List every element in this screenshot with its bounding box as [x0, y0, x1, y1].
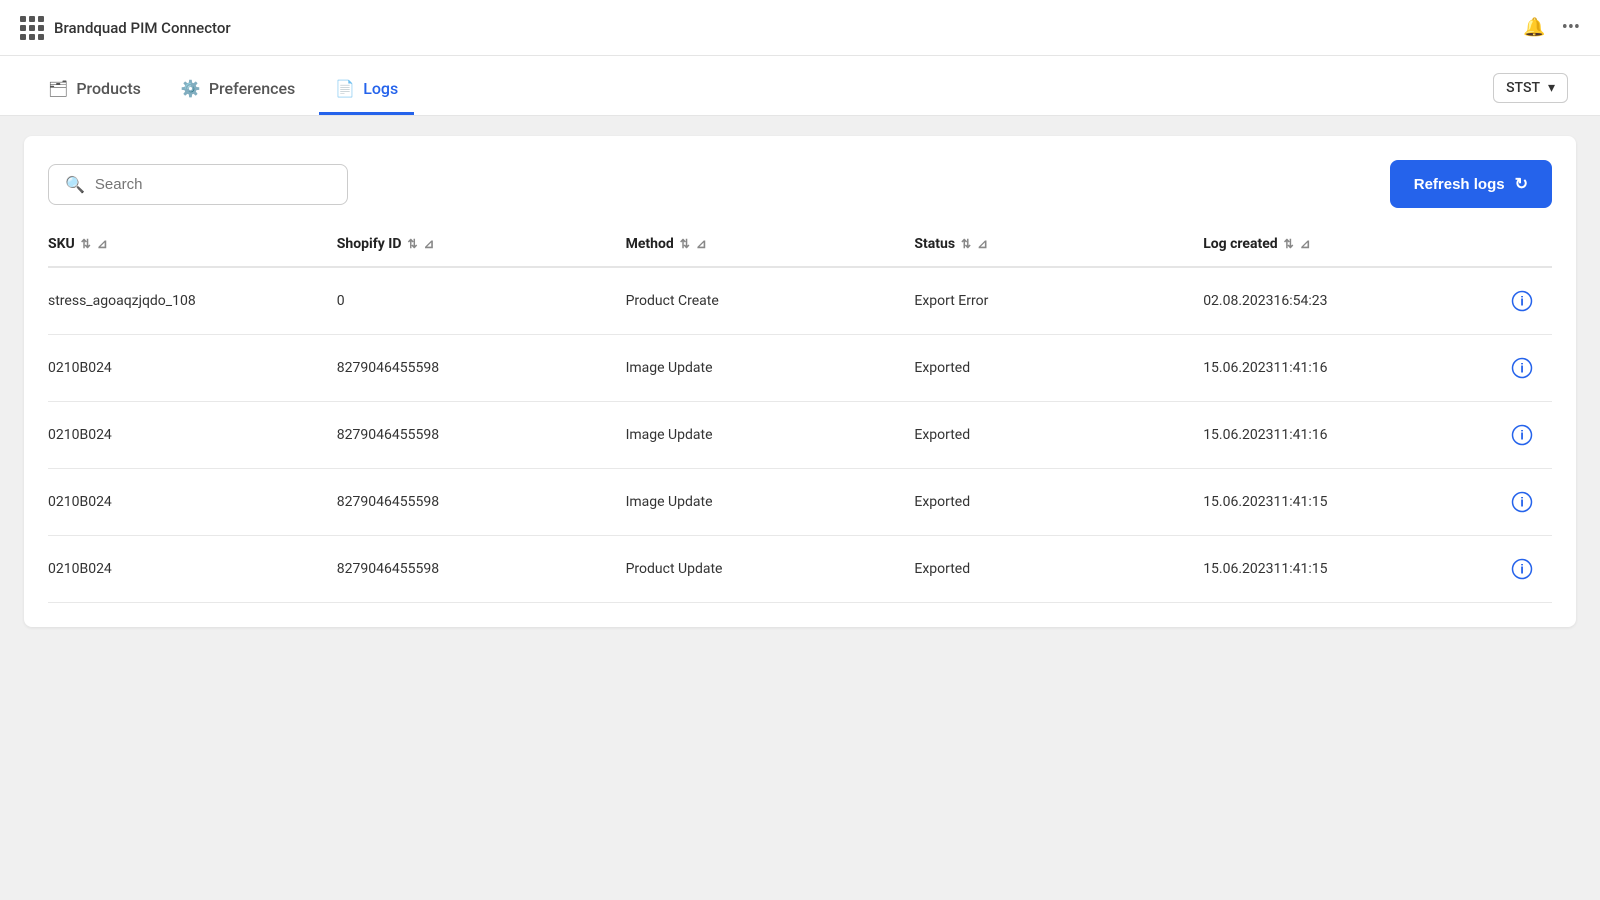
method-filter-icon[interactable]: ⊿ [696, 237, 707, 252]
logs-table: SKU ⇅ ⊿ Shopify ID ⇅ ⊿ Method ⇅ ⊿ Status… [48, 236, 1552, 603]
cell-method: Product Create [626, 293, 915, 309]
cell-log-created: 15.06.202311:41:15 [1203, 561, 1492, 577]
row-info-button[interactable]: i [1492, 558, 1552, 580]
cell-log-created: 15.06.202311:41:16 [1203, 427, 1492, 443]
toolbar: 🔍 Refresh logs ↻ [48, 160, 1552, 208]
top-bar-right: 🔔 ••• [1523, 17, 1580, 38]
cell-shopify-id: 8279046455598 [337, 360, 626, 376]
chevron-down-icon: ▾ [1548, 80, 1555, 96]
cell-method: Image Update [626, 427, 915, 443]
bell-icon[interactable]: 🔔 [1523, 17, 1545, 38]
tab-products[interactable]: 🗂 Products [32, 79, 157, 115]
table-row: 0210B024 8279046455598 Product Update Ex… [48, 536, 1552, 603]
cell-log-created: 15.06.202311:41:16 [1203, 360, 1492, 376]
cell-status: Export Error [914, 293, 1203, 309]
table-body: stress_agoaqzjqdo_108 0 Product Create E… [48, 268, 1552, 603]
cell-sku: 0210B024 [48, 494, 337, 510]
cell-shopify-id: 0 [337, 293, 626, 309]
svg-text:i: i [1520, 294, 1524, 309]
cell-method: Image Update [626, 360, 915, 376]
cell-status: Exported [914, 427, 1203, 443]
method-sort-icon[interactable]: ⇅ [680, 237, 690, 251]
col-header-action [1492, 236, 1552, 252]
cell-sku: 0210B024 [48, 427, 337, 443]
col-header-shopify-id: Shopify ID ⇅ ⊿ [337, 236, 626, 252]
file-icon: 📄 [335, 79, 355, 98]
search-box: 🔍 [48, 164, 348, 205]
briefcase-icon: 🗂 [48, 79, 68, 98]
cell-shopify-id: 8279046455598 [337, 494, 626, 510]
table-row: 0210B024 8279046455598 Image Update Expo… [48, 402, 1552, 469]
table-row: 0210B024 8279046455598 Image Update Expo… [48, 469, 1552, 536]
cell-log-created: 02.08.202316:54:23 [1203, 293, 1492, 309]
cell-status: Exported [914, 494, 1203, 510]
status-filter-icon[interactable]: ⊿ [977, 237, 988, 252]
cell-method: Product Update [626, 561, 915, 577]
tab-preferences[interactable]: ⚙️ Preferences [165, 79, 311, 115]
app-grid-icon [20, 16, 44, 40]
nav-tabs: 🗂 Products ⚙️ Preferences 📄 Logs STST ▾ [0, 56, 1600, 116]
cell-sku: stress_agoaqzjqdo_108 [48, 293, 337, 309]
row-info-button[interactable]: i [1492, 491, 1552, 513]
gear-icon: ⚙️ [181, 79, 201, 98]
table-row: 0210B024 8279046455598 Image Update Expo… [48, 335, 1552, 402]
more-dots-icon[interactable]: ••• [1562, 17, 1580, 38]
store-dropdown[interactable]: STST ▾ [1493, 73, 1568, 103]
shopify-id-filter-icon[interactable]: ⊿ [424, 237, 435, 252]
sku-sort-icon[interactable]: ⇅ [81, 237, 91, 251]
col-header-log-created: Log created ⇅ ⊿ [1203, 236, 1492, 252]
main-content: 🔍 Refresh logs ↻ SKU ⇅ ⊿ Shopify ID ⇅ ⊿ [0, 116, 1600, 900]
col-header-method: Method ⇅ ⊿ [626, 236, 915, 252]
top-bar: Brandquad PIM Connector 🔔 ••• [0, 0, 1600, 56]
sku-filter-icon[interactable]: ⊿ [97, 237, 108, 252]
store-dropdown-label: STST [1506, 80, 1540, 96]
cell-sku: 0210B024 [48, 561, 337, 577]
cell-shopify-id: 8279046455598 [337, 427, 626, 443]
svg-text:i: i [1520, 361, 1524, 376]
svg-text:i: i [1520, 428, 1524, 443]
row-info-button[interactable]: i [1492, 290, 1552, 312]
cell-status: Exported [914, 561, 1203, 577]
tab-logs[interactable]: 📄 Logs [319, 79, 414, 115]
status-sort-icon[interactable]: ⇅ [961, 237, 971, 251]
cell-method: Image Update [626, 494, 915, 510]
table-header: SKU ⇅ ⊿ Shopify ID ⇅ ⊿ Method ⇅ ⊿ Status… [48, 236, 1552, 268]
cell-log-created: 15.06.202311:41:15 [1203, 494, 1492, 510]
shopify-id-sort-icon[interactable]: ⇅ [407, 237, 417, 251]
log-created-sort-icon[interactable]: ⇅ [1284, 237, 1294, 251]
col-header-sku: SKU ⇅ ⊿ [48, 236, 337, 252]
cell-shopify-id: 8279046455598 [337, 561, 626, 577]
row-info-button[interactable]: i [1492, 424, 1552, 446]
svg-text:i: i [1520, 562, 1524, 577]
col-header-status: Status ⇅ ⊿ [914, 236, 1203, 252]
table-row: stress_agoaqzjqdo_108 0 Product Create E… [48, 268, 1552, 335]
row-info-button[interactable]: i [1492, 357, 1552, 379]
cell-status: Exported [914, 360, 1203, 376]
log-created-filter-icon[interactable]: ⊿ [1300, 237, 1311, 252]
search-input[interactable] [95, 176, 331, 193]
app-title: Brandquad PIM Connector [54, 19, 231, 37]
cell-sku: 0210B024 [48, 360, 337, 376]
svg-text:i: i [1520, 495, 1524, 510]
search-icon: 🔍 [65, 175, 85, 194]
refresh-logs-label: Refresh logs [1414, 176, 1505, 193]
logs-card: 🔍 Refresh logs ↻ SKU ⇅ ⊿ Shopify ID ⇅ ⊿ [24, 136, 1576, 627]
refresh-logs-button[interactable]: Refresh logs ↻ [1390, 160, 1552, 208]
refresh-icon: ↻ [1515, 174, 1528, 194]
